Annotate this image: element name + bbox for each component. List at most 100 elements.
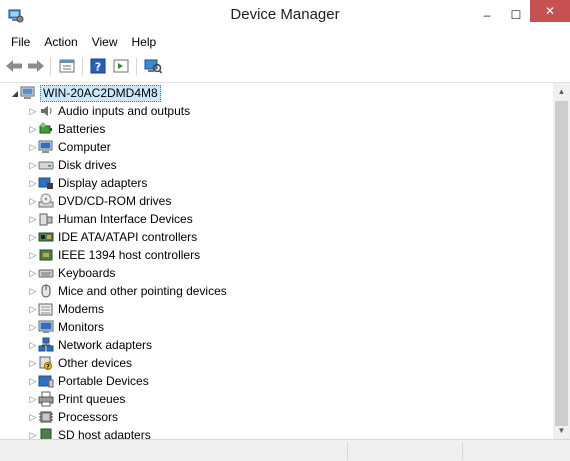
display-adapter-icon <box>38 175 54 191</box>
device-manager-window: Device Manager – ☐ ✕ File Action View He… <box>0 0 570 461</box>
tree-item[interactable]: ▷ Portable Devices <box>28 372 149 390</box>
back-button[interactable] <box>4 58 24 76</box>
tree-item[interactable]: ▷ Mice and other pointing devices <box>28 282 227 300</box>
expand-arrow-icon[interactable]: ▷ <box>28 246 38 264</box>
menu-help[interactable]: Help <box>125 31 164 53</box>
tree-item[interactable]: ▷ Computer <box>28 138 111 156</box>
tree-item-label: Other devices <box>58 356 133 370</box>
tree-item[interactable]: ▷ IDE ATA/ATAPI controllers <box>28 228 198 246</box>
expand-arrow-icon[interactable]: ▷ <box>28 156 38 174</box>
ide-controller-icon <box>38 229 54 245</box>
tree-item-label: Mice and other pointing devices <box>58 284 227 298</box>
expand-arrow-icon[interactable]: ▷ <box>28 138 38 156</box>
menu-view[interactable]: View <box>85 31 125 53</box>
tree-item[interactable]: ▷? Other devices <box>28 354 133 372</box>
computer-root-icon <box>20 85 36 101</box>
expand-arrow-icon[interactable]: ▷ <box>28 228 38 246</box>
expand-arrow-icon[interactable]: ▷ <box>28 408 38 426</box>
tree-item[interactable]: ▷ Batteries <box>28 120 106 138</box>
tree-item-label: Portable Devices <box>58 374 149 388</box>
network-adapter-icon <box>38 337 54 353</box>
hid-icon <box>38 211 54 227</box>
expand-arrow-icon[interactable]: ▷ <box>28 210 38 228</box>
expand-arrow-icon[interactable]: ▷ <box>28 174 38 192</box>
status-bar <box>0 439 570 461</box>
tree-item[interactable]: ▷ Processors <box>28 408 119 426</box>
expand-arrow-icon[interactable]: ▷ <box>28 372 38 390</box>
expand-arrow-icon[interactable]: ▷ <box>28 282 38 300</box>
tree-item[interactable]: ▷ DVD/CD-ROM drives <box>28 192 171 210</box>
properties-button[interactable] <box>57 58 77 76</box>
tree-item-label: Keyboards <box>58 266 116 280</box>
tree-item-label: Monitors <box>58 320 105 334</box>
expand-arrow-icon[interactable]: ▷ <box>28 390 38 408</box>
help-button[interactable]: ? <box>88 58 108 76</box>
tree-item[interactable]: ▷ Disk drives <box>28 156 117 174</box>
expand-arrow-icon[interactable]: ▷ <box>28 354 38 372</box>
svg-text:?: ? <box>46 364 50 371</box>
sd-adapter-icon <box>38 427 54 439</box>
close-button[interactable]: ✕ <box>530 0 570 22</box>
minimize-button[interactable]: – <box>472 0 502 30</box>
maximize-button[interactable]: ☐ <box>502 0 530 30</box>
scroll-up-button[interactable]: ▲ <box>553 83 570 100</box>
tree-item[interactable]: ▷ Print queues <box>28 390 125 408</box>
properties-icon <box>59 59 75 76</box>
menu-file[interactable]: File <box>0 31 37 53</box>
tree-item[interactable]: ▷ Monitors <box>28 318 104 336</box>
speaker-icon <box>38 103 54 119</box>
tree-item-label: Display adapters <box>58 176 148 190</box>
tree-item-label: SD host adapters <box>58 428 151 439</box>
title-bar: Device Manager – ☐ ✕ <box>0 0 570 31</box>
expand-arrow-icon[interactable]: ▷ <box>28 426 38 440</box>
computer-icon <box>38 139 54 155</box>
tree-item-label: Print queues <box>58 392 126 406</box>
tree-item-label: Disk drives <box>58 158 117 172</box>
toolbar-separator <box>82 58 83 76</box>
tree-item-label: Modems <box>58 302 105 316</box>
tree-item[interactable]: ▷ Keyboards <box>28 264 116 282</box>
tree-item[interactable]: ▷ Human Interface Devices <box>28 210 193 228</box>
menu-action[interactable]: Action <box>37 31 84 53</box>
expand-arrow-icon[interactable]: ▷ <box>28 300 38 318</box>
tree-root-label: WIN-20AC2DMD4M8 <box>40 84 161 102</box>
tree-item[interactable]: ▷ SD host adapters <box>28 426 151 439</box>
expand-arrow-icon[interactable]: ▷ <box>28 192 38 210</box>
monitor-icon <box>38 319 54 335</box>
help-icon: ? <box>90 58 106 77</box>
scroll-thumb[interactable] <box>555 101 568 426</box>
processor-icon <box>38 409 54 425</box>
tree-item[interactable]: ▷ Network adapters <box>28 336 152 354</box>
expand-arrow-icon[interactable]: ▷ <box>28 102 38 120</box>
tree-item-label: Human Interface Devices <box>58 212 193 226</box>
scroll-down-button[interactable]: ▼ <box>553 422 570 439</box>
vertical-scrollbar[interactable]: ▲ ▼ <box>553 83 570 439</box>
forward-button[interactable] <box>26 58 46 76</box>
scan-hardware-icon <box>144 58 163 77</box>
back-arrow-icon <box>5 59 23 76</box>
mouse-icon <box>38 283 54 299</box>
status-divider <box>347 442 349 460</box>
tree-item[interactable]: ▷ Modems <box>28 300 104 318</box>
battery-icon <box>38 121 54 137</box>
toolbar-separator <box>136 58 137 76</box>
tree-item[interactable]: ▷ Audio inputs and outputs <box>28 102 191 120</box>
show-hidden-button[interactable] <box>111 58 131 76</box>
tree-item[interactable]: ▷ IEEE 1394 host controllers <box>28 246 201 264</box>
printer-icon <box>38 391 54 407</box>
expand-arrow-icon[interactable]: ▷ <box>28 336 38 354</box>
tree-item[interactable]: ▷ Display adapters <box>28 174 148 192</box>
expand-arrow-icon[interactable]: ▷ <box>28 264 38 282</box>
tree-item-label: Processors <box>58 410 119 424</box>
show-hidden-icon <box>113 59 129 76</box>
expand-arrow-icon[interactable]: ▷ <box>28 120 38 138</box>
tree-item-label: Computer <box>58 140 111 154</box>
forward-arrow-icon <box>27 59 45 76</box>
expand-arrow-icon[interactable]: ▷ <box>28 318 38 336</box>
tree-item-label: DVD/CD-ROM drives <box>58 194 172 208</box>
portable-device-icon <box>38 373 54 389</box>
toolbar-separator <box>50 58 51 76</box>
collapse-arrow-icon[interactable]: ◢ <box>10 84 20 102</box>
tree-root-node[interactable]: ◢ WIN-20AC2DMD4M8 <box>10 84 161 102</box>
scan-hardware-button[interactable] <box>143 58 163 76</box>
